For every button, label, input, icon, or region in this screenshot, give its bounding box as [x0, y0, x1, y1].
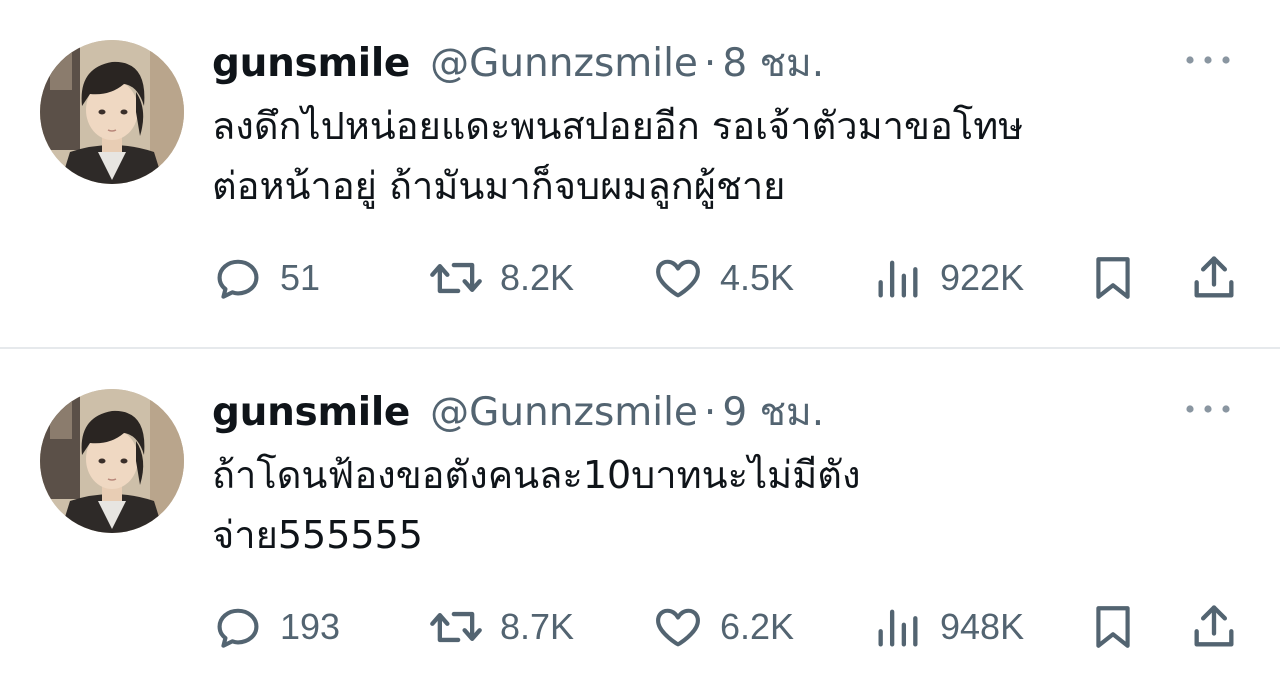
action-bar: 193 8.7K 6.2K 948K	[212, 599, 1242, 655]
separator-dot: ·	[703, 390, 717, 435]
tweet-text-line: ลงดึกไปหน่อยแดะพนสปอยอีก รอเจ้าตัวมาขอโท…	[212, 104, 1024, 148]
action-bar: 51 8.2K 4.5K 922K	[212, 250, 1242, 306]
tweet-text: ถ้าโดนฟ้องขอตังคนละ10บาทนะไม่มีตัง จ่าย5…	[212, 445, 1222, 565]
like-button[interactable]: 4.5K	[652, 250, 794, 306]
like-count: 4.5K	[720, 257, 795, 298]
user-handle[interactable]: @Gunnzsmile	[430, 387, 698, 439]
bookmark-button[interactable]	[1088, 250, 1138, 306]
tweet[interactable]: gunsmile @Gunnzsmile · 8 ชม. ลงดึกไปหน่อ…	[0, 0, 1280, 349]
tweet-text-line: ต่อหน้าอยู่ ถ้ามันมาก็จบผมลูกผู้ชาย	[212, 164, 786, 208]
reply-button[interactable]: 51	[212, 250, 320, 306]
like-count: 6.2K	[720, 606, 795, 647]
retweet-icon	[430, 611, 482, 643]
like-icon	[656, 259, 700, 298]
separator-dot: ·	[703, 41, 717, 86]
retweet-count: 8.2K	[500, 257, 575, 298]
share-icon	[1194, 605, 1234, 647]
retweet-icon	[430, 262, 482, 294]
bookmark-icon	[1096, 606, 1130, 648]
reply-button[interactable]: 193	[212, 599, 340, 655]
timestamp[interactable]: 8 ชม.	[722, 38, 824, 90]
avatar[interactable]	[40, 40, 184, 184]
tweet-header: gunsmile @Gunnzsmile · 8 ชม.	[212, 38, 824, 90]
views-icon	[878, 609, 918, 647]
bookmark-icon	[1096, 257, 1130, 299]
views-button[interactable]: 922K	[872, 250, 1024, 306]
more-icon[interactable]	[1184, 401, 1232, 417]
share-button[interactable]	[1188, 599, 1240, 655]
retweet-button[interactable]: 8.7K	[428, 599, 574, 655]
tweet-text: ลงดึกไปหน่อยแดะพนสปอยอีก รอเจ้าตัวมาขอโท…	[212, 96, 1222, 216]
views-button[interactable]: 948K	[872, 599, 1024, 655]
display-name[interactable]: gunsmile	[212, 38, 410, 90]
share-icon	[1194, 256, 1234, 298]
reply-icon	[217, 608, 259, 648]
like-icon	[656, 608, 700, 647]
display-name[interactable]: gunsmile	[212, 387, 410, 439]
avatar-illustration	[40, 389, 184, 533]
views-icon	[878, 260, 918, 298]
timestamp[interactable]: 9 ชม.	[722, 387, 824, 439]
tweet-text-line: ถ้าโดนฟ้องขอตังคนละ10บาทนะไม่มีตัง	[212, 453, 861, 497]
tweet-header: gunsmile @Gunnzsmile · 9 ชม.	[212, 387, 824, 439]
bookmark-button[interactable]	[1088, 599, 1138, 655]
retweet-button[interactable]: 8.2K	[428, 250, 574, 306]
avatar[interactable]	[40, 389, 184, 533]
user-handle[interactable]: @Gunnzsmile	[430, 38, 698, 90]
reply-count: 193	[280, 606, 341, 647]
more-icon[interactable]	[1184, 52, 1232, 68]
reply-count: 51	[280, 257, 321, 298]
views-count: 922K	[940, 257, 1025, 298]
retweet-count: 8.7K	[500, 606, 575, 647]
tweet[interactable]: gunsmile @Gunnzsmile · 9 ชม. ถ้าโดนฟ้องข…	[0, 349, 1280, 696]
views-count: 948K	[940, 606, 1025, 647]
reply-icon	[217, 259, 259, 299]
tweet-text-line: จ่าย555555	[212, 513, 423, 557]
share-button[interactable]	[1188, 250, 1240, 306]
avatar-illustration	[40, 40, 184, 184]
like-button[interactable]: 6.2K	[652, 599, 794, 655]
